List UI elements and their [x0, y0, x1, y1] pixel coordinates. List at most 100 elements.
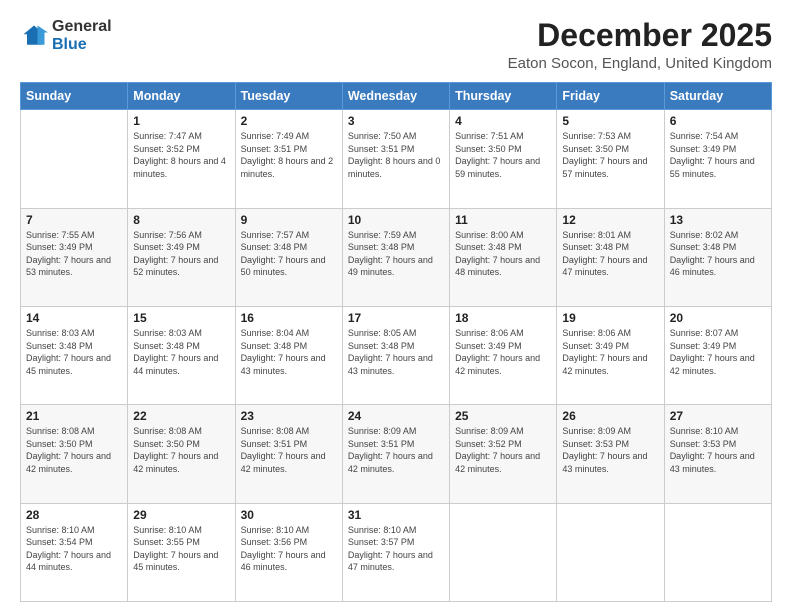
cell-info: Sunrise: 8:03 AMSunset: 3:48 PMDaylight:…	[133, 327, 229, 377]
weekday-header-row: SundayMondayTuesdayWednesdayThursdayFrid…	[21, 83, 772, 110]
cell-info: Sunrise: 8:01 AMSunset: 3:48 PMDaylight:…	[562, 229, 658, 279]
calendar-cell: 16 Sunrise: 8:04 AMSunset: 3:48 PMDayligh…	[235, 306, 342, 404]
day-number: 15	[133, 311, 229, 325]
week-row-3: 14 Sunrise: 8:03 AMSunset: 3:48 PMDayligh…	[21, 306, 772, 404]
day-number: 30	[241, 508, 337, 522]
calendar-cell: 9 Sunrise: 7:57 AMSunset: 3:48 PMDaylight…	[235, 208, 342, 306]
calendar-cell: 20 Sunrise: 8:07 AMSunset: 3:49 PMDayligh…	[664, 306, 771, 404]
calendar-cell: 17Sunrise: 8:05 AMSunset: 3:48 PMDayligh…	[342, 306, 449, 404]
day-number: 10	[348, 213, 444, 227]
cell-info: Sunrise: 8:07 AMSunset: 3:49 PMDaylight:…	[670, 327, 766, 377]
cell-info: Sunrise: 8:09 AMSunset: 3:53 PMDaylight:…	[562, 425, 658, 475]
calendar-cell: 26 Sunrise: 8:09 AMSunset: 3:53 PMDayligh…	[557, 405, 664, 503]
calendar-cell: 24Sunrise: 8:09 AMSunset: 3:51 PMDayligh…	[342, 405, 449, 503]
calendar-cell: 5Sunrise: 7:53 AMSunset: 3:50 PMDaylight…	[557, 110, 664, 208]
calendar-cell: 4Sunrise: 7:51 AMSunset: 3:50 PMDaylight…	[450, 110, 557, 208]
cell-info: Sunrise: 8:06 AMSunset: 3:49 PMDaylight:…	[562, 327, 658, 377]
day-number: 16	[241, 311, 337, 325]
calendar-cell: 11Sunrise: 8:00 AMSunset: 3:48 PMDayligh…	[450, 208, 557, 306]
calendar-cell: 22 Sunrise: 8:08 AMSunset: 3:50 PMDayligh…	[128, 405, 235, 503]
calendar-cell: 15 Sunrise: 8:03 AMSunset: 3:48 PMDayligh…	[128, 306, 235, 404]
logo-line1: General	[52, 18, 112, 36]
day-number: 23	[241, 409, 337, 423]
cell-info: Sunrise: 8:09 AMSunset: 3:52 PMDaylight:…	[455, 425, 551, 475]
weekday-header-saturday: Saturday	[664, 83, 771, 110]
day-number: 2	[241, 114, 337, 128]
calendar-cell: 21Sunrise: 8:08 AMSunset: 3:50 PMDayligh…	[21, 405, 128, 503]
week-row-4: 21Sunrise: 8:08 AMSunset: 3:50 PMDayligh…	[21, 405, 772, 503]
cell-info: Sunrise: 8:08 AMSunset: 3:51 PMDaylight:…	[241, 425, 337, 475]
calendar-cell: 8Sunrise: 7:56 AMSunset: 3:49 PMDaylight…	[128, 208, 235, 306]
calendar-cell: 12 Sunrise: 8:01 AMSunset: 3:48 PMDayligh…	[557, 208, 664, 306]
cell-info: Sunrise: 8:10 AMSunset: 3:56 PMDaylight:…	[241, 524, 337, 574]
week-row-1: 1Sunrise: 7:47 AMSunset: 3:52 PMDaylight…	[21, 110, 772, 208]
day-number: 14	[26, 311, 122, 325]
header: General Blue December 2025 Eaton Socon, …	[20, 18, 772, 72]
cell-info: Sunrise: 7:47 AMSunset: 3:52 PMDaylight:…	[133, 130, 229, 180]
cell-info: Sunrise: 7:49 AMSunset: 3:51 PMDaylight:…	[241, 130, 337, 180]
day-number: 28	[26, 508, 122, 522]
logo-icon	[20, 22, 48, 50]
weekday-header-wednesday: Wednesday	[342, 83, 449, 110]
cell-info: Sunrise: 7:51 AMSunset: 3:50 PMDaylight:…	[455, 130, 551, 180]
day-number: 3	[348, 114, 444, 128]
calendar-cell: 1Sunrise: 7:47 AMSunset: 3:52 PMDaylight…	[128, 110, 235, 208]
day-number: 19	[562, 311, 658, 325]
page: General Blue December 2025 Eaton Socon, …	[0, 0, 792, 612]
day-number: 22	[133, 409, 229, 423]
day-number: 24	[348, 409, 444, 423]
week-row-2: 7 Sunrise: 7:55 AMSunset: 3:49 PMDaylight…	[21, 208, 772, 306]
cell-info: Sunrise: 8:08 AMSunset: 3:50 PMDaylight:…	[133, 425, 229, 475]
calendar-cell: 25 Sunrise: 8:09 AMSunset: 3:52 PMDayligh…	[450, 405, 557, 503]
calendar-cell: 31Sunrise: 8:10 AMSunset: 3:57 PMDayligh…	[342, 503, 449, 601]
logo: General Blue	[20, 18, 112, 53]
day-number: 18	[455, 311, 551, 325]
calendar-cell: 13 Sunrise: 8:02 AMSunset: 3:48 PMDayligh…	[664, 208, 771, 306]
cell-info: Sunrise: 7:54 AMSunset: 3:49 PMDaylight:…	[670, 130, 766, 180]
cell-info: Sunrise: 8:05 AMSunset: 3:48 PMDaylight:…	[348, 327, 444, 377]
cell-info: Sunrise: 8:04 AMSunset: 3:48 PMDaylight:…	[241, 327, 337, 377]
cell-info: Sunrise: 7:56 AMSunset: 3:49 PMDaylight:…	[133, 229, 229, 279]
day-number: 29	[133, 508, 229, 522]
weekday-header-tuesday: Tuesday	[235, 83, 342, 110]
cell-info: Sunrise: 7:50 AMSunset: 3:51 PMDaylight:…	[348, 130, 444, 180]
calendar-cell: 28 Sunrise: 8:10 AMSunset: 3:54 PMDayligh…	[21, 503, 128, 601]
day-number: 9	[241, 213, 337, 227]
day-number: 11	[455, 213, 551, 227]
cell-info: Sunrise: 8:08 AMSunset: 3:50 PMDaylight:…	[26, 425, 122, 475]
calendar-cell	[664, 503, 771, 601]
cell-info: Sunrise: 8:10 AMSunset: 3:54 PMDaylight:…	[26, 524, 122, 574]
cell-info: Sunrise: 7:57 AMSunset: 3:48 PMDaylight:…	[241, 229, 337, 279]
weekday-header-sunday: Sunday	[21, 83, 128, 110]
cell-info: Sunrise: 8:02 AMSunset: 3:48 PMDaylight:…	[670, 229, 766, 279]
day-number: 13	[670, 213, 766, 227]
calendar-cell: 19 Sunrise: 8:06 AMSunset: 3:49 PMDayligh…	[557, 306, 664, 404]
calendar-cell: 18Sunrise: 8:06 AMSunset: 3:49 PMDayligh…	[450, 306, 557, 404]
calendar-cell: 14 Sunrise: 8:03 AMSunset: 3:48 PMDayligh…	[21, 306, 128, 404]
cell-info: Sunrise: 7:55 AMSunset: 3:49 PMDaylight:…	[26, 229, 122, 279]
logo-text: General Blue	[52, 18, 112, 53]
weekday-header-monday: Monday	[128, 83, 235, 110]
day-number: 31	[348, 508, 444, 522]
calendar-cell	[557, 503, 664, 601]
cell-info: Sunrise: 8:03 AMSunset: 3:48 PMDaylight:…	[26, 327, 122, 377]
calendar-table: SundayMondayTuesdayWednesdayThursdayFrid…	[20, 82, 772, 602]
title-block: December 2025 Eaton Socon, England, Unit…	[508, 18, 772, 72]
calendar-cell	[450, 503, 557, 601]
calendar-cell: 2 Sunrise: 7:49 AMSunset: 3:51 PMDaylight…	[235, 110, 342, 208]
day-number: 12	[562, 213, 658, 227]
calendar-cell: 3 Sunrise: 7:50 AMSunset: 3:51 PMDaylight…	[342, 110, 449, 208]
calendar-cell: 30 Sunrise: 8:10 AMSunset: 3:56 PMDayligh…	[235, 503, 342, 601]
calendar-cell: 23 Sunrise: 8:08 AMSunset: 3:51 PMDayligh…	[235, 405, 342, 503]
day-number: 25	[455, 409, 551, 423]
weekday-header-thursday: Thursday	[450, 83, 557, 110]
day-number: 7	[26, 213, 122, 227]
weekday-header-friday: Friday	[557, 83, 664, 110]
day-number: 26	[562, 409, 658, 423]
calendar-cell: 10Sunrise: 7:59 AMSunset: 3:48 PMDayligh…	[342, 208, 449, 306]
subtitle: Eaton Socon, England, United Kingdom	[508, 55, 772, 72]
calendar-cell: 29Sunrise: 8:10 AMSunset: 3:55 PMDayligh…	[128, 503, 235, 601]
main-title: December 2025	[508, 18, 772, 53]
day-number: 20	[670, 311, 766, 325]
calendar-cell: 7 Sunrise: 7:55 AMSunset: 3:49 PMDaylight…	[21, 208, 128, 306]
